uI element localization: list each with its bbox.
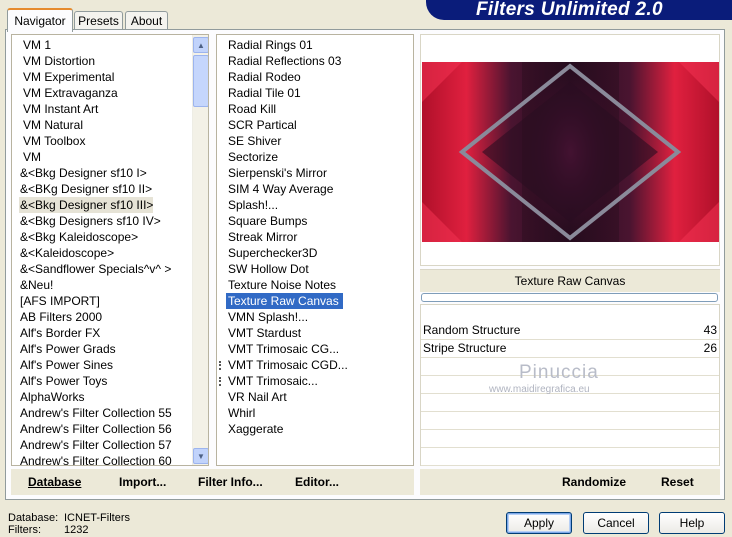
category-item[interactable]: VM Extravaganza xyxy=(19,85,118,101)
param-label: Stripe Structure xyxy=(423,341,507,355)
randomize-button[interactable]: Randomize xyxy=(562,475,626,489)
filter-item[interactable]: Superchecker3D xyxy=(226,245,321,261)
category-item[interactable]: VM Distortion xyxy=(19,53,95,69)
cancel-button[interactable]: Cancel xyxy=(583,512,649,534)
database-label: Database: xyxy=(8,512,59,524)
category-item[interactable]: &<BKg Designer sf10 II> xyxy=(19,181,152,197)
left-button-bar: Database Import... Filter Info... Editor… xyxy=(11,469,414,495)
app-banner: Filters Unlimited 2.0 xyxy=(426,0,732,20)
filter-item[interactable]: Sectorize xyxy=(226,149,282,165)
category-item[interactable]: Alf's Border FX xyxy=(19,325,100,341)
filter-item[interactable]: Sierpenski's Mirror xyxy=(226,165,331,181)
watermark-name: Pinuccia xyxy=(519,362,599,383)
category-item[interactable]: &<Bkg Designer sf10 III> xyxy=(19,197,154,213)
filter-item[interactable]: Texture Noise Notes xyxy=(226,277,340,293)
param-value[interactable]: 43 xyxy=(704,323,717,337)
category-item[interactable]: AB Filters 2000 xyxy=(19,309,102,325)
tab-about[interactable]: About xyxy=(125,11,168,30)
preview-panel xyxy=(420,34,720,266)
scroll-up-icon[interactable]: ▲ xyxy=(193,37,208,53)
filter-info-button[interactable]: Filter Info... xyxy=(198,475,263,489)
filter-item[interactable]: Xaggerate xyxy=(226,421,287,437)
reset-button[interactable]: Reset xyxy=(661,475,694,489)
selected-filter-label: Texture Raw Canvas xyxy=(514,274,626,288)
grip-icon xyxy=(219,377,225,386)
filter-item[interactable]: Radial Rings 01 xyxy=(226,37,317,53)
filter-item[interactable]: VR Nail Art xyxy=(226,389,291,405)
category-item[interactable]: VM Instant Art xyxy=(19,101,98,117)
filter-item[interactable]: Radial Tile 01 xyxy=(226,85,305,101)
category-item[interactable]: &<Kaleidoscope> xyxy=(19,245,114,261)
scroll-down-icon[interactable]: ▼ xyxy=(193,448,208,464)
filter-item[interactable]: Road Kill xyxy=(226,101,280,117)
category-item[interactable]: Andrew's Filter Collection 55 xyxy=(19,405,172,421)
param-empty-row xyxy=(421,394,719,412)
filter-item[interactable]: Texture Raw Canvas xyxy=(226,293,343,309)
param-row[interactable]: Stripe Structure 26 xyxy=(421,340,719,358)
preview-image xyxy=(422,62,719,242)
database-value: ICNET-Filters xyxy=(64,512,130,524)
param-empty-row xyxy=(421,430,719,448)
tab-presets[interactable]: Presets xyxy=(74,11,123,30)
grip-icon xyxy=(219,361,225,370)
filter-name-bar: Texture Raw Canvas xyxy=(420,269,720,292)
category-item[interactable]: VM Natural xyxy=(19,117,83,133)
filter-item[interactable]: SIM 4 Way Average xyxy=(226,181,337,197)
category-item[interactable]: &<Sandflower Specials^v^ > xyxy=(19,261,171,277)
tab-navigator[interactable]: Navigator xyxy=(7,8,73,32)
progress-bar xyxy=(421,293,718,302)
category-scrollbar[interactable]: ▲ ▼ xyxy=(192,35,208,465)
filter-item[interactable]: Splash!... xyxy=(226,197,282,213)
param-empty-row xyxy=(421,412,719,430)
help-button[interactable]: Help xyxy=(659,512,725,534)
filter-item[interactable]: VMT Trimosaic CG... xyxy=(226,341,343,357)
param-row[interactable]: Random Structure 43 xyxy=(421,322,719,340)
filter-item[interactable]: Radial Rodeo xyxy=(226,69,305,85)
filters-label: Filters: xyxy=(8,524,41,536)
import-button[interactable]: Import... xyxy=(119,475,166,489)
filter-item[interactable]: VMN Splash!... xyxy=(226,309,312,325)
filter-item[interactable]: VMT Trimosaic... xyxy=(226,373,322,389)
apply-button[interactable]: Apply xyxy=(506,512,572,534)
category-item[interactable]: &Neu! xyxy=(19,277,53,293)
category-item[interactable]: VM xyxy=(19,149,41,165)
category-item[interactable]: VM Toolbox xyxy=(19,133,85,149)
filter-list[interactable]: Radial Rings 01 Radial Reflections 03 Radi… xyxy=(216,34,414,466)
category-item[interactable]: AlphaWorks xyxy=(19,389,84,405)
editor-button[interactable]: Editor... xyxy=(295,475,339,489)
category-item[interactable]: Alf's Power Sines xyxy=(19,357,113,373)
filter-item[interactable]: Square Bumps xyxy=(226,213,311,229)
category-item[interactable]: Andrew's Filter Collection 60 xyxy=(19,453,172,465)
category-item[interactable]: VM Experimental xyxy=(19,69,114,85)
filter-item[interactable]: SCR Partical xyxy=(226,117,301,133)
category-item[interactable]: Andrew's Filter Collection 57 xyxy=(19,437,172,453)
scroll-thumb[interactable] xyxy=(193,55,208,107)
category-list[interactable]: VM 1 VM Distortion VM Experimental VM Extra… xyxy=(11,34,209,466)
filter-item[interactable]: SE Shiver xyxy=(226,133,285,149)
filter-item[interactable]: SW Hollow Dot xyxy=(226,261,313,277)
watermark-url: www.maidiregrafica.eu xyxy=(489,384,590,395)
category-item[interactable]: VM 1 xyxy=(19,37,51,53)
filter-item[interactable]: Streak Mirror xyxy=(226,229,301,245)
right-button-bar: Randomize Reset xyxy=(420,469,720,495)
category-item[interactable]: &<Bkg Designers sf10 IV> xyxy=(19,213,161,229)
category-item[interactable]: [AFS IMPORT] xyxy=(19,293,100,309)
category-item[interactable]: &<Bkg Designer sf10 I> xyxy=(19,165,147,181)
category-item[interactable]: Andrew's Filter Collection 56 xyxy=(19,421,172,437)
category-item[interactable]: Alf's Power Toys xyxy=(19,373,107,389)
param-empty-row xyxy=(421,448,719,466)
filter-item[interactable]: Whirl xyxy=(226,405,259,421)
filter-item[interactable]: Radial Reflections 03 xyxy=(226,53,345,69)
param-value[interactable]: 26 xyxy=(704,341,717,355)
filter-item[interactable]: VMT Trimosaic CGD... xyxy=(226,357,352,373)
filters-count: 1232 xyxy=(64,524,89,536)
category-item[interactable]: Alf's Power Grads xyxy=(19,341,116,357)
param-label: Random Structure xyxy=(423,323,521,337)
database-button[interactable]: Database xyxy=(28,475,81,489)
category-item[interactable]: &<Bkg Kaleidoscope> xyxy=(19,229,138,245)
filter-item[interactable]: VMT Stardust xyxy=(226,325,305,341)
